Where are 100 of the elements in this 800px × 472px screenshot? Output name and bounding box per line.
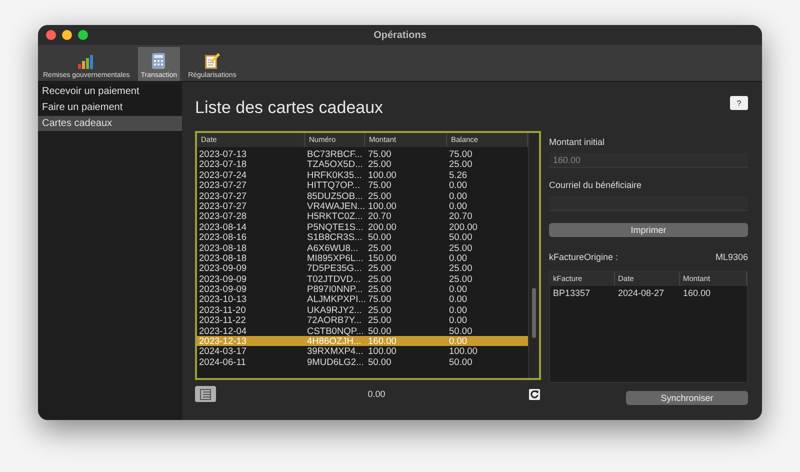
window-title: Opérations (374, 30, 426, 40)
table-cell-text: 25.00 (449, 242, 474, 253)
table-row[interactable]: 2023-07-27 VR4WAJEN... 100.00 0.00 (197, 200, 528, 212)
table-cell-text: 25.00 (368, 242, 392, 253)
scrollbar[interactable] (528, 133, 539, 378)
table-cell-text: 2023-12-13 (199, 336, 248, 346)
table-cell-text: 50.00 (368, 356, 392, 368)
notepad-pencil-icon (204, 53, 220, 69)
print-button[interactable]: Imprimer (549, 223, 748, 237)
table-cell-text: H5RKTC0Z... (307, 211, 364, 222)
table-cell-text: 25.00 (368, 263, 392, 274)
table-cell-text: 25.00 (368, 190, 392, 201)
table-cell-text: TZA5OX5D... (307, 159, 364, 170)
table-row[interactable]: 2023-11-20 UKA9RJY2... 25.00 0.00 (197, 304, 528, 316)
table-cell-text: 2023-07-28 (199, 211, 248, 222)
table-cell-text: 25.00 (449, 263, 474, 274)
table-cell-text: 100.00 (368, 200, 398, 212)
table-cell-text: 39RXMXP4... (307, 346, 364, 357)
table-cell-text: 50.00 (449, 356, 474, 368)
calculator-icon (152, 53, 166, 69)
table-cell-text: 150.00 (368, 252, 398, 264)
table-cell-text: ALJMKPXPI... (307, 294, 367, 305)
table-cell-text: 2023-08-18 (199, 242, 248, 253)
table-cell-text: 25.00 (368, 315, 392, 326)
page-heading: Liste des cartes cadeaux (195, 98, 384, 118)
table-cell-text: 25.00 (449, 159, 474, 170)
table-cell-text: UKA9RJY2... (307, 304, 363, 316)
table-row[interactable]: 2023-10-13 ALJMKPXPI... 75.00 0.00 (197, 294, 528, 305)
table-cell-text: 2023-08-16 (199, 232, 248, 243)
list-view-button[interactable] (195, 386, 216, 402)
table-cell-text: 100.00 (368, 170, 398, 180)
minimize-button[interactable] (62, 30, 72, 40)
table-row[interactable]: 2023-07-24 HRFK0K35... 100.00 5.26 (197, 170, 528, 180)
table-row[interactable]: 2023-07-27 HITTQ7OP... 75.00 0.00 (197, 180, 528, 191)
origin-value: ML9306 (715, 252, 748, 262)
table-cell-text: BP13357 (553, 287, 592, 300)
table-row[interactable]: 2023-09-09 T02JTDVD... 25.00 25.00 (197, 274, 528, 284)
table-row[interactable]: 2024-06-11 9MUD6LG2... 50.00 50.00 (197, 356, 528, 368)
table-cell-text: 2024-06-11 (199, 356, 247, 368)
table-row[interactable]: 2023-08-16 S1B8CR3S... 50.00 50.00 (197, 232, 528, 243)
table-cell-text: 0.00 (449, 200, 468, 212)
table-cell-text: 50.00 (368, 326, 392, 336)
table-cell-text: 2023-07-27 (199, 190, 248, 201)
close-button[interactable] (46, 30, 56, 40)
table-cell-text: HITTQ7OP... (307, 180, 362, 191)
table-cell-text: 75.00 (449, 149, 474, 160)
table-cell-text: 20.70 (449, 211, 474, 222)
table-cell-text: 2023-12-04 (199, 326, 248, 336)
table-row[interactable]: 2023-07-13 BC73RBCF... 75.00 75.00 (197, 149, 528, 160)
table-row[interactable]: 2023-12-04 CSTB0NQP... 50.00 50.00 (197, 326, 528, 336)
table-row[interactable]: 2023-08-18 A6X6WU8... 25.00 25.00 (197, 242, 528, 253)
table-cell-text: 9MUD6LG2... (307, 356, 365, 368)
table-cell-text: 0.00 (449, 284, 468, 294)
table-cell-text: 200.00 (368, 222, 398, 232)
table-cell-text: 160.00 (368, 336, 398, 346)
table-row[interactable]: 2024-03-17 39RXMXP4... 100.00 100.00 (197, 346, 528, 357)
refresh-icon (530, 390, 539, 398)
table-row[interactable]: 2023-08-14 P5NQTE1S... 200.00 200.00 (197, 222, 528, 232)
table-cell-text: 25.00 (449, 274, 474, 284)
table-cell-text: 2024-03-17 (199, 346, 248, 357)
table-cell-text: T02JTDVD... (307, 274, 362, 284)
table-cell-text: 2023-07-27 (199, 200, 248, 212)
table-cell-text: 75.00 (368, 294, 392, 305)
table-cell-text: 0.00 (449, 304, 468, 316)
table-row[interactable]: 2023-07-28 H5RKTC0Z... 20.70 20.70 (197, 211, 528, 222)
table-cell-text: 160.00 (683, 287, 712, 300)
table-cell-text: MI895XP6L... (307, 252, 364, 264)
table-cell-text: 0.00 (449, 336, 468, 346)
table-row[interactable]: 2023-09-09 7D5PE35G... 25.00 25.00 (197, 263, 528, 274)
table-cell-text: 0.00 (449, 294, 468, 305)
table-cell-text: 100.00 (368, 346, 398, 357)
help-button[interactable]: ? (730, 96, 748, 110)
table-cell-text: S1B8CR3S... (307, 232, 364, 243)
table-cell-text: P897I0NNP... (307, 284, 364, 294)
input-field[interactable]: 160.00 (549, 153, 748, 168)
refresh-button[interactable] (529, 388, 540, 400)
table-cell-text: 2023-09-09 (199, 274, 248, 284)
table-cell-text: VR4WAJEN... (307, 200, 366, 212)
table-row[interactable]: 2023-07-18 TZA5OX5D... 25.00 25.00 (197, 159, 528, 170)
table-row[interactable]: 2023-11-22 72AORB7Y... 25.00 0.00 (197, 315, 528, 326)
zoom-button[interactable] (78, 30, 88, 40)
table-row[interactable]: 2023-07-27 85DUZ5OB... 25.00 0.00 (197, 190, 528, 201)
table-cell-text: 2024-08-27 (618, 287, 666, 300)
sidebar-item[interactable]: Cartes cadeaux (38, 116, 182, 131)
table-cell-text: 25.00 (368, 274, 392, 284)
table-cell-text: BC73RBCF... (307, 149, 364, 160)
table-cell-text: 2023-07-18 (199, 159, 248, 170)
table-cell-text: P5NQTE1S... (307, 222, 364, 232)
table-row[interactable]: 2023-09-09 P897I0NNP... 25.00 0.00 (197, 284, 528, 294)
table-row[interactable]: 2023-08-18 MI895XP6L... 150.00 0.00 (197, 252, 528, 264)
table-cell-text: HRFK0K35... (307, 170, 363, 180)
sync-button[interactable]: Synchroniser (626, 391, 748, 405)
table-cell-text: 2023-07-27 (199, 180, 248, 191)
table-cell-text: 5.26 (449, 170, 468, 180)
table-cell-text: 75.00 (368, 180, 392, 191)
table-cell-text: 2023-09-09 (199, 263, 248, 274)
table-cell-text: 200.00 (449, 222, 478, 232)
table-cell-text: 25.00 (368, 304, 392, 316)
table-cell-text: 25.00 (368, 284, 392, 294)
table-cell-text: 2023-11-22 (199, 315, 247, 326)
